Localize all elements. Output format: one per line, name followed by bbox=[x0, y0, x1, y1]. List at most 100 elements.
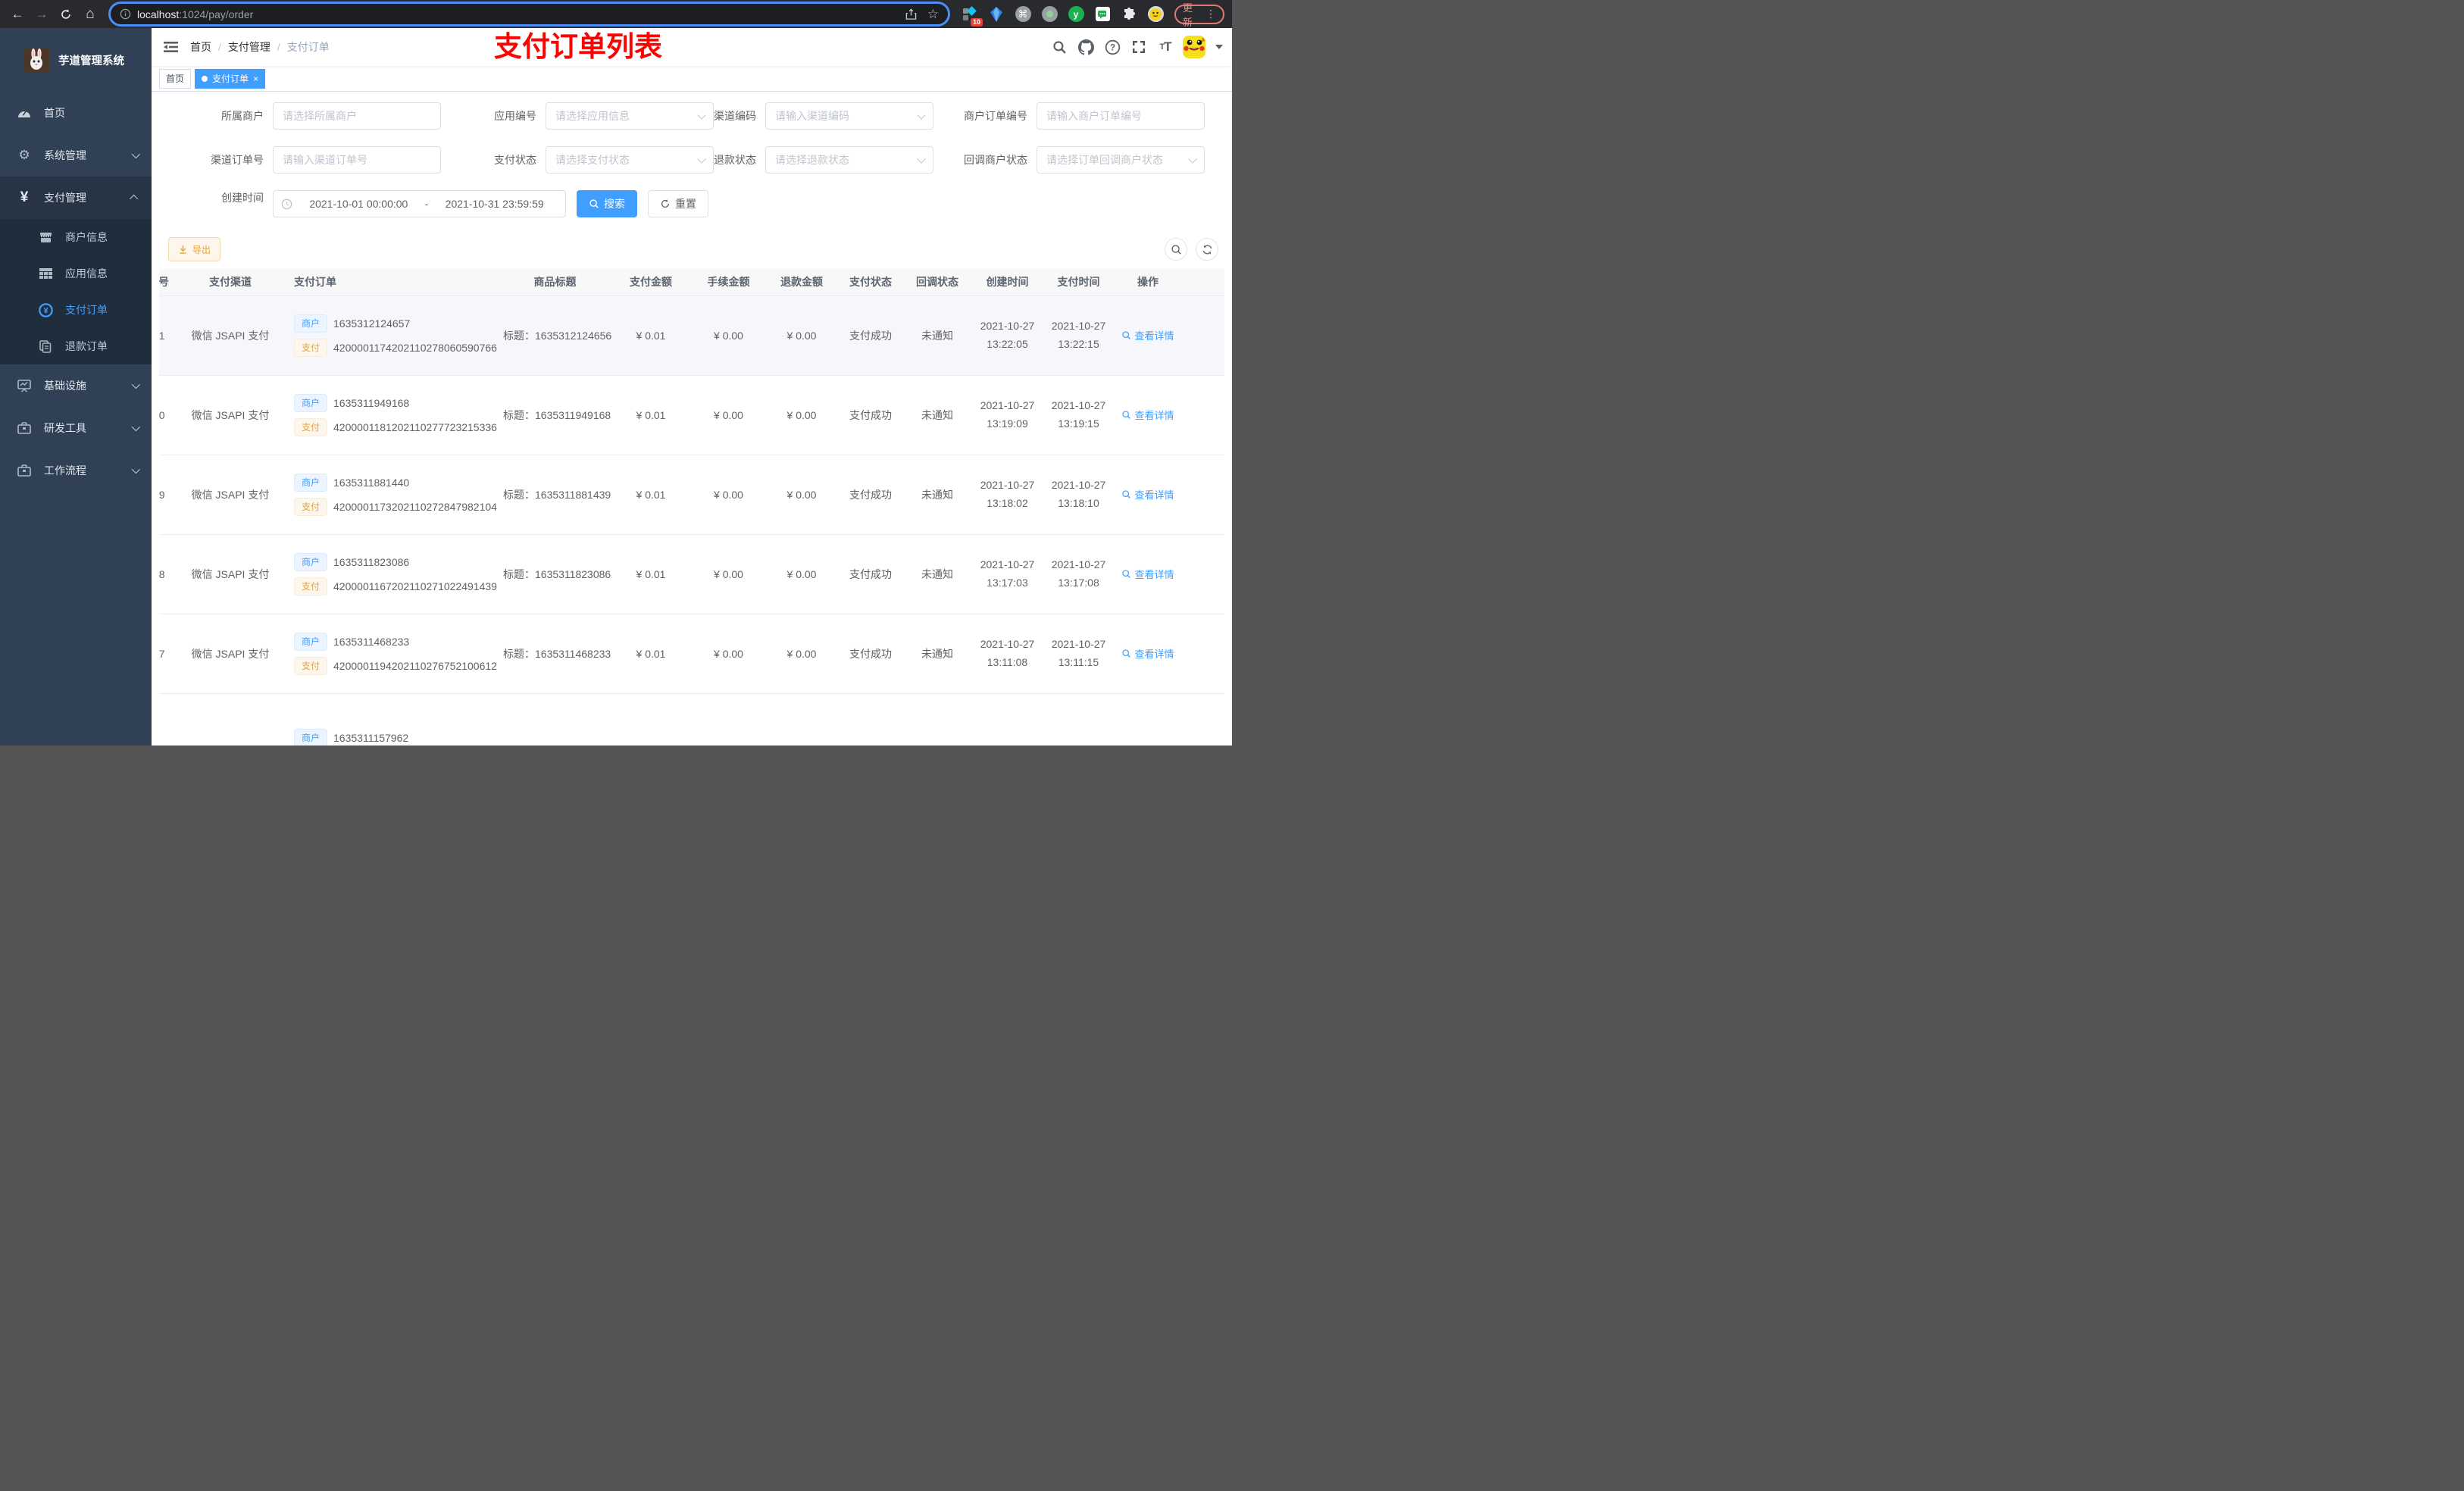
breadcrumb-home[interactable]: 首页 bbox=[190, 39, 211, 55]
toggle-search-button[interactable] bbox=[1165, 238, 1187, 261]
user-avatar[interactable] bbox=[1183, 36, 1205, 58]
app-id-select[interactable] bbox=[546, 102, 714, 130]
cell-fee: ¥ 0.00 bbox=[692, 455, 765, 535]
view-detail-link[interactable]: 查看详情 bbox=[1121, 567, 1174, 581]
profile-avatar-icon[interactable] bbox=[1147, 6, 1164, 23]
share-icon[interactable] bbox=[905, 8, 917, 20]
github-icon[interactable] bbox=[1077, 38, 1095, 56]
help-icon[interactable]: ? bbox=[1103, 38, 1121, 56]
cell-pay-time: 2021-10-27 13:22:15 bbox=[1043, 295, 1114, 376]
reset-button[interactable]: 重置 bbox=[648, 190, 708, 217]
sidebar: 芋道管理系统 首页 ⚙ 系统管理 ¥ 支付管理 商户信息 应用信息 ¥ 支付订单… bbox=[0, 28, 152, 746]
channel-order-no-input[interactable] bbox=[273, 146, 441, 173]
cell-actions: 查看详情 bbox=[1114, 295, 1182, 376]
table-row: 20 微信 JSAPI 支付 商户 1635311949168 支付 42000… bbox=[159, 375, 1224, 455]
cell-channel: 微信 JSAPI 支付 bbox=[188, 534, 273, 614]
address-bar[interactable]: localhost:1024/pay/order ☆ bbox=[111, 4, 948, 24]
sidebar-item-system[interactable]: ⚙ 系统管理 bbox=[0, 134, 152, 177]
pay-order-line: 支付 4200001194202110276752100612 bbox=[294, 656, 497, 675]
extension-record-icon[interactable] bbox=[1041, 6, 1058, 23]
home-icon[interactable]: ⌂ bbox=[80, 5, 100, 24]
reload-icon[interactable] bbox=[56, 5, 76, 24]
merchant-input[interactable] bbox=[273, 102, 441, 130]
cell-fee: ¥ 0.00 bbox=[692, 375, 765, 455]
cell-id bbox=[159, 693, 188, 746]
view-detail-link[interactable]: 查看详情 bbox=[1121, 646, 1174, 661]
sidebar-item-infra[interactable]: 基础设施 bbox=[0, 364, 152, 407]
field-channel-order-no: 渠道订单号 bbox=[159, 146, 441, 173]
active-dot-icon bbox=[202, 75, 208, 82]
update-button[interactable]: 更新 ⋮ bbox=[1174, 2, 1224, 28]
extension-chat-icon[interactable] bbox=[1094, 6, 1111, 23]
merchant-order-no-input[interactable] bbox=[1037, 102, 1205, 130]
cell-pay-time: 2021-10-27 13:19:15 bbox=[1043, 375, 1114, 455]
bookmark-star-icon[interactable]: ☆ bbox=[927, 8, 939, 20]
field-notify-status: 回调商户状态 bbox=[932, 146, 1205, 173]
tab-pay-order[interactable]: 支付订单 × bbox=[195, 68, 266, 89]
back-icon[interactable]: ← bbox=[8, 5, 27, 24]
view-detail-link[interactable]: 查看详情 bbox=[1121, 487, 1174, 502]
sidebar-item-merchant-info[interactable]: 商户信息 bbox=[0, 219, 152, 255]
gear-icon: ⚙ bbox=[18, 148, 30, 162]
merchant-tag: 商户 bbox=[294, 632, 328, 651]
view-detail-link[interactable]: 查看详情 bbox=[1121, 328, 1174, 342]
refresh-button[interactable] bbox=[1196, 238, 1218, 261]
forward-icon[interactable]: → bbox=[32, 5, 52, 24]
search-icon[interactable] bbox=[1050, 38, 1068, 56]
page-content: 所属商户 应用编号 bbox=[152, 92, 1232, 746]
extension-grid-icon[interactable]: 10 bbox=[962, 5, 983, 27]
orders-tbody: 21 微信 JSAPI 支付 商户 1635312124657 支付 42000… bbox=[159, 295, 1224, 746]
search-form: 所属商户 应用编号 bbox=[159, 102, 1224, 217]
sidebar-item-pay-order[interactable]: ¥ 支付订单 bbox=[0, 292, 152, 328]
refund-status-select[interactable] bbox=[765, 146, 933, 173]
notify-status-select[interactable] bbox=[1037, 146, 1205, 173]
avatar-caret-icon[interactable] bbox=[1215, 45, 1223, 49]
create-time-range-picker[interactable]: 2021-10-01 00:00:00 - 2021-10-31 23:59:5… bbox=[273, 190, 566, 217]
sidebar-item-payment[interactable]: ¥ 支付管理 bbox=[0, 177, 152, 219]
search-button[interactable]: 搜索 bbox=[577, 190, 637, 217]
pay-status-select[interactable] bbox=[546, 146, 714, 173]
view-detail-link[interactable]: 查看详情 bbox=[1121, 408, 1174, 422]
browser-chrome: ← → ⌂ localhost:1024/pay/order ☆ 10 ⌘ y … bbox=[0, 0, 1232, 28]
fullscreen-icon[interactable] bbox=[1130, 38, 1148, 56]
cell-title: 标题：1635312124656 bbox=[500, 295, 611, 376]
font-size-icon[interactable]: TT bbox=[1156, 38, 1174, 56]
orders-table: 编号 支付渠道 支付订单 商品标题 支付金额 手续金额 退款金额 支付状态 回调… bbox=[159, 269, 1224, 746]
merchant-tag: 商户 bbox=[294, 393, 328, 412]
puzzle-extensions-icon[interactable] bbox=[1121, 6, 1137, 23]
breadcrumb-payment[interactable]: 支付管理 bbox=[228, 39, 270, 55]
tags-view: 首页 支付订单 × bbox=[152, 66, 1232, 92]
browser-menu-dots-icon[interactable]: ⋮ bbox=[1205, 8, 1216, 20]
extension-y-icon[interactable]: y bbox=[1068, 6, 1084, 23]
merchant-order-line: 商户 1635311823086 bbox=[294, 552, 497, 571]
export-button[interactable]: 导出 bbox=[168, 237, 221, 261]
table-row: 17 微信 JSAPI 支付 商户 1635311468233 支付 42000… bbox=[159, 614, 1224, 694]
hamburger-icon[interactable] bbox=[152, 41, 190, 53]
extension-command-icon[interactable]: ⌘ bbox=[1015, 6, 1031, 23]
channel-code-select[interactable] bbox=[765, 102, 933, 130]
extension-badge: 10 bbox=[970, 17, 983, 27]
cell-id: 21 bbox=[159, 295, 188, 376]
site-info-icon[interactable] bbox=[120, 8, 131, 20]
cell-pay-order: 商户 1635311468233 支付 42000011942021102767… bbox=[273, 614, 500, 694]
sidebar-item-app-info[interactable]: 应用信息 bbox=[0, 255, 152, 292]
cell-pay-status bbox=[838, 693, 903, 746]
sidebar-item-devtools[interactable]: 研发工具 bbox=[0, 407, 152, 449]
sidebar-item-label: 支付订单 bbox=[65, 304, 108, 316]
app-logo[interactable]: 芋道管理系统 bbox=[0, 28, 152, 92]
pay-tag: 支付 bbox=[294, 497, 328, 516]
sidebar-item-workflow[interactable]: 工作流程 bbox=[0, 449, 152, 492]
filter-row-1: 所属商户 应用编号 bbox=[159, 102, 1224, 130]
cell-title: 标题：1635311468233 bbox=[500, 614, 611, 694]
close-icon[interactable]: × bbox=[253, 73, 258, 84]
sidebar-item-refund-order[interactable]: 退款订单 bbox=[0, 328, 152, 364]
yen-icon: ¥ bbox=[20, 189, 29, 205]
extension-gem-icon[interactable] bbox=[988, 6, 1005, 23]
clock-icon bbox=[281, 198, 292, 210]
tab-home[interactable]: 首页 bbox=[159, 68, 192, 89]
sidebar-item-home[interactable]: 首页 bbox=[0, 92, 152, 134]
cell-pay-order: 商户 1635311949168 支付 42000011812021102777… bbox=[273, 375, 500, 455]
cell-refund: ¥ 0.00 bbox=[765, 295, 838, 376]
cell-actions: 查看详情 bbox=[1114, 614, 1182, 694]
breadcrumb-pay-order: 支付订单 bbox=[286, 41, 330, 53]
